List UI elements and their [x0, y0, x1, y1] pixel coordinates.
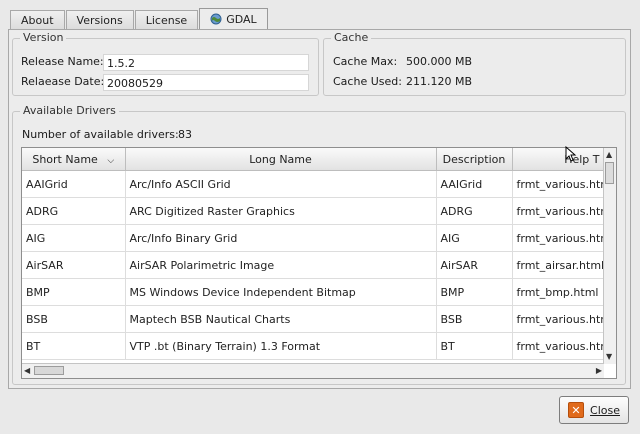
- column-header-help-topic[interactable]: Help T: [512, 148, 605, 171]
- tab-about[interactable]: About: [10, 10, 65, 29]
- scroll-down-arrow-icon[interactable]: ▼: [606, 352, 612, 362]
- cell-help-topic: frmt_various.htm: [512, 170, 605, 198]
- table-header-row: Short Name ⌵ Long Name Description Help …: [22, 148, 605, 171]
- close-button-label: Close: [590, 403, 620, 417]
- mouse-cursor-icon: [565, 146, 577, 162]
- version-group: Version Release Name: 1.5.2 Relaease Dat…: [12, 31, 319, 96]
- cell-short-name: AIG: [22, 224, 126, 252]
- version-group-title: Version: [20, 31, 67, 44]
- scroll-left-arrow-icon[interactable]: ◀: [24, 366, 30, 376]
- table-row[interactable]: AAIGrid Arc/Info ASCII Grid AAIGrid frmt…: [22, 170, 605, 198]
- cell-description: BT: [436, 332, 513, 360]
- driver-count-label: Number of available drivers:: [22, 128, 179, 141]
- vertical-scrollbar[interactable]: ▲ ▼: [603, 148, 616, 364]
- tab-versions[interactable]: Versions: [65, 10, 134, 29]
- cell-description: AAIGrid: [436, 170, 513, 198]
- cache-group-title: Cache: [331, 31, 372, 44]
- cell-short-name: ADRG: [22, 197, 126, 225]
- drivers-table[interactable]: Short Name ⌵ Long Name Description Help …: [21, 147, 617, 379]
- cell-long-name: Arc/Info Binary Grid: [125, 224, 437, 252]
- cell-short-name: AAIGrid: [22, 170, 126, 198]
- sort-chevron-icon: ⌵: [107, 155, 115, 166]
- cell-short-name: BMP: [22, 278, 126, 306]
- tab-license[interactable]: License: [134, 10, 199, 29]
- cell-help-topic: frmt_various.htm: [512, 224, 605, 252]
- cell-long-name: Arc/Info ASCII Grid: [125, 170, 437, 198]
- release-name-label: Release Name:: [21, 55, 104, 68]
- cell-long-name: VTP .bt (Binary Terrain) 1.3 Format: [125, 332, 437, 360]
- drivers-group-title: Available Drivers: [20, 104, 119, 117]
- cache-used-value: 211.120 MB: [406, 75, 473, 88]
- cache-max-label: Cache Max:: [333, 55, 398, 68]
- cell-description: AIG: [436, 224, 513, 252]
- scroll-up-arrow-icon[interactable]: ▲: [606, 150, 612, 160]
- table-row[interactable]: AIG Arc/Info Binary Grid AIG frmt_variou…: [22, 224, 605, 252]
- cell-help-topic: frmt_various.htm: [512, 197, 605, 225]
- cell-short-name: BSB: [22, 305, 126, 333]
- cache-group: Cache Cache Max: 500.000 MB Cache Used: …: [323, 31, 626, 96]
- cell-description: AirSAR: [436, 251, 513, 279]
- column-header-short-name-label: Short Name: [32, 152, 98, 166]
- cache-max-value: 500.000 MB: [406, 55, 473, 68]
- horizontal-scrollbar[interactable]: ◀ ▶: [22, 363, 604, 378]
- cell-description: ADRG: [436, 197, 513, 225]
- horizontal-scroll-thumb[interactable]: [34, 366, 64, 375]
- cell-long-name: ARC Digitized Raster Graphics: [125, 197, 437, 225]
- column-header-long-name[interactable]: Long Name: [125, 148, 437, 171]
- cache-used-label: Cache Used:: [333, 75, 402, 88]
- tab-gdal[interactable]: GDAL: [199, 8, 268, 29]
- cell-help-topic: frmt_various.htm: [512, 305, 605, 333]
- cell-long-name: AirSAR Polarimetric Image: [125, 251, 437, 279]
- tab-bar: About Versions License GDAL: [10, 8, 269, 30]
- vertical-scroll-thumb[interactable]: [605, 162, 614, 184]
- table-row[interactable]: BSB Maptech BSB Nautical Charts BSB frmt…: [22, 305, 605, 333]
- cell-long-name: Maptech BSB Nautical Charts: [125, 305, 437, 333]
- close-icon: ✕: [568, 402, 585, 418]
- table-row[interactable]: ADRG ARC Digitized Raster Graphics ADRG …: [22, 197, 605, 225]
- close-button[interactable]: ✕ Close: [559, 396, 629, 424]
- cell-description: BMP: [436, 278, 513, 306]
- column-header-description[interactable]: Description: [436, 148, 513, 171]
- table-row[interactable]: BMP MS Windows Device Independent Bitmap…: [22, 278, 605, 306]
- table-row[interactable]: AirSAR AirSAR Polarimetric Image AirSAR …: [22, 251, 605, 279]
- table-row[interactable]: BT VTP .bt (Binary Terrain) 1.3 Format B…: [22, 332, 605, 360]
- cell-short-name: AirSAR: [22, 251, 126, 279]
- cell-help-topic: frmt_bmp.html: [512, 278, 605, 306]
- scroll-right-arrow-icon[interactable]: ▶: [596, 366, 602, 376]
- release-date-field[interactable]: 20080529: [103, 74, 309, 91]
- cell-help-topic: frmt_airsar.html: [512, 251, 605, 279]
- cell-description: BSB: [436, 305, 513, 333]
- cell-long-name: MS Windows Device Independent Bitmap: [125, 278, 437, 306]
- cell-short-name: BT: [22, 332, 126, 360]
- column-header-short-name[interactable]: Short Name ⌵: [22, 148, 126, 171]
- tab-gdal-label: GDAL: [226, 12, 257, 26]
- driver-count-value: 83: [178, 128, 192, 141]
- gdal-globe-icon: [210, 13, 222, 25]
- cell-help-topic: frmt_various.htm: [512, 332, 605, 360]
- gdal-panel: Version Release Name: 1.5.2 Relaease Dat…: [8, 29, 631, 389]
- release-date-label: Relaease Date:: [21, 75, 105, 88]
- release-name-field[interactable]: 1.5.2: [103, 54, 309, 71]
